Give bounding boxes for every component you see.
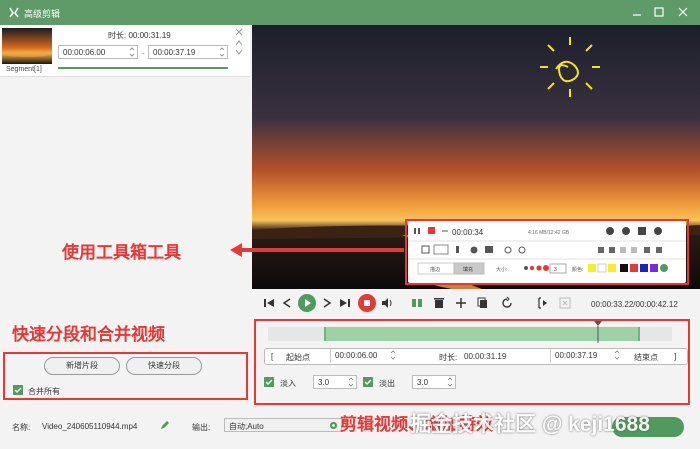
maximize-icon[interactable] <box>652 5 666 19</box>
duration-value: 00:00:31.19 <box>464 352 507 361</box>
start-time-field[interactable]: 00:00:06.00 <box>330 349 398 363</box>
spinner-icon[interactable] <box>447 376 453 388</box>
fade-out-field[interactable]: 3.0 <box>412 375 456 389</box>
annotation-quick-split-merge: 快速分段和合并视频 <box>12 325 165 344</box>
time-separator: - <box>142 49 145 58</box>
app-window: 高级剪辑 Segment[1] 时长: 00:00:31.19 00:00:06… <box>0 0 700 449</box>
spinner-icon[interactable] <box>614 349 620 361</box>
skip-to-end-icon[interactable] <box>338 296 352 310</box>
output-label: 输出: <box>192 423 211 432</box>
undo-icon[interactable] <box>500 296 514 310</box>
copy-icon[interactable] <box>476 296 490 310</box>
watermark-text: 掘金技术社区 @ keji1688 <box>410 413 650 436</box>
add-icon[interactable] <box>454 296 468 310</box>
minimize-icon[interactable] <box>630 5 644 19</box>
fade-out-checkbox[interactable] <box>363 377 373 387</box>
segment-progress-bar <box>58 67 228 69</box>
fade-in-label: 淡入 <box>280 379 296 388</box>
segment-label: Segment[1] <box>6 66 42 73</box>
remove-segment-icon[interactable] <box>234 27 244 37</box>
title-bar: 高级剪辑 <box>0 0 700 25</box>
spinner-icon[interactable] <box>129 46 135 58</box>
edit-name-icon[interactable] <box>160 420 170 430</box>
merge-all-checkbox[interactable] <box>13 385 23 395</box>
volume-icon[interactable] <box>380 296 394 310</box>
playhead-icon[interactable] <box>592 321 604 343</box>
mark-out-icon[interactable] <box>558 296 572 310</box>
end-bracket: ] <box>674 352 677 361</box>
end-point-button[interactable]: 结束点 <box>634 352 658 363</box>
fade-in-checkbox[interactable] <box>264 377 274 387</box>
merge-all-label: 合并所有 <box>28 387 60 396</box>
duration-label: 时长: <box>439 353 458 362</box>
start-bracket: [ <box>271 352 274 361</box>
delete-icon[interactable] <box>432 296 446 310</box>
segment-duration: 时长: 00:00:31.19 <box>108 31 171 40</box>
next-frame-icon[interactable] <box>320 296 334 310</box>
segment-end-time-field[interactable]: 00:00:37.19 <box>148 45 228 59</box>
segment-thumbnail[interactable] <box>2 28 52 64</box>
segment-start-time-field[interactable]: 00:00:06.00 <box>58 45 138 59</box>
segment-item[interactable]: Segment[1] 时长: 00:00:31.19 00:00:06.00 -… <box>0 25 250 77</box>
name-label: 名称: <box>12 423 31 432</box>
close-icon[interactable] <box>676 5 690 19</box>
spinner-icon[interactable] <box>219 46 225 58</box>
window-title: 高级剪辑 <box>24 9 61 19</box>
fade-out-label: 淡出 <box>379 379 395 388</box>
app-logo-icon <box>9 7 19 18</box>
fade-in-field[interactable]: 3.0 <box>313 375 357 389</box>
skip-to-start-icon[interactable] <box>262 296 276 310</box>
stop-icon[interactable] <box>358 294 376 312</box>
play-icon[interactable] <box>298 294 316 312</box>
annotation-arrow-icon <box>230 243 404 257</box>
playback-time: 00:00:33.22/00:00:42.12 <box>591 300 678 309</box>
start-point-button[interactable]: 起始点 <box>286 352 310 363</box>
output-select[interactable]: 自动;Auto <box>224 418 342 432</box>
new-segment-button[interactable]: 新增片段 <box>44 357 120 375</box>
spinner-icon[interactable] <box>348 376 354 388</box>
file-name: Video_240605110944.mp4 <box>42 422 138 431</box>
annotation-toolbox: 使用工具箱工具 <box>62 243 181 262</box>
prev-frame-icon[interactable] <box>280 296 294 310</box>
move-down-icon[interactable] <box>234 47 244 57</box>
mark-in-icon[interactable] <box>536 296 550 310</box>
end-time-field[interactable]: 00:00:37.19 <box>550 349 622 363</box>
annotation-box-toolbox <box>405 219 689 285</box>
quick-split-button[interactable]: 快速分段 <box>126 357 202 375</box>
spinner-icon[interactable] <box>390 349 396 361</box>
settings-icon[interactable] <box>329 421 338 430</box>
split-icon[interactable] <box>410 296 424 310</box>
